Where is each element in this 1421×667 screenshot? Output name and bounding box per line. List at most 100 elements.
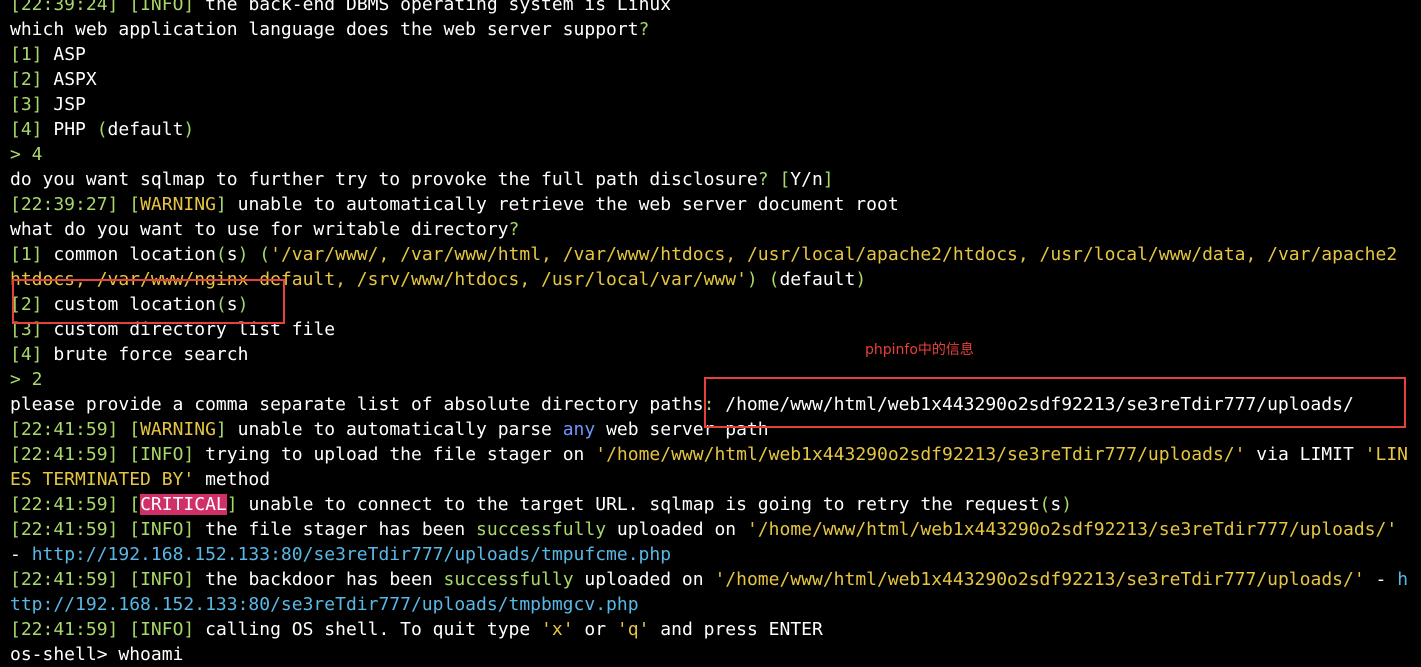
terminal-text: WARNING: [140, 194, 216, 215]
terminal-output[interactable]: [22:39:24] [INFO] the back-end DBMS oper…: [10, 0, 1421, 667]
terminal-text: INFO: [140, 0, 184, 15]
terminal-text: (: [96, 119, 108, 140]
terminal-text: ): [1061, 494, 1073, 515]
terminal-text: INFO: [140, 519, 184, 540]
terminal-text: JSP: [42, 94, 86, 115]
terminal-text: any: [562, 419, 596, 440]
terminal-text: '/home/www/html/web1x443290o2sdf92213/se…: [746, 519, 1398, 540]
terminal-text: ]: [215, 419, 227, 440]
terminal-text: ): [183, 119, 195, 140]
terminal-text: please provide a comma separate list of …: [10, 394, 704, 415]
terminal-text: h: [1397, 569, 1409, 590]
terminal-text: [4]: [10, 119, 43, 140]
terminal-text: [: [129, 519, 141, 540]
highlight-box-custom-location: [12, 279, 285, 324]
terminal-text: [1]: [10, 244, 43, 265]
terminal-text: common location: [42, 244, 216, 265]
terminal-text: WARNING: [140, 419, 216, 440]
terminal-text: successfully: [443, 569, 574, 590]
terminal-text: [3]: [10, 94, 43, 115]
terminal-text: and press ENTER: [649, 619, 823, 640]
terminal-text: [2]: [10, 69, 43, 90]
terminal-text: [22:41:59]: [10, 444, 119, 465]
terminal-line: [1] ASP: [10, 42, 1421, 67]
terminal-line: ES TERMINATED BY' method: [10, 467, 1421, 492]
annotation-note: phpinfo中的信息: [865, 342, 974, 358]
terminal-line: [4] PHP (default): [10, 117, 1421, 142]
terminal-text: [1]: [10, 44, 43, 65]
terminal-text: (: [768, 269, 780, 290]
terminal-text: [: [129, 619, 141, 640]
terminal-text: ?: [757, 169, 769, 190]
terminal-text: 'x': [541, 619, 574, 640]
terminal-text: '/home/www/html/web1x443290o2sdf92213/se…: [714, 569, 1365, 590]
terminal-text: ]: [822, 169, 834, 190]
terminal-text: os-shell> whoami: [10, 644, 184, 665]
terminal-text: do you want sqlmap to further try to pro…: [10, 169, 758, 190]
terminal-text: [22:41:59]: [10, 419, 119, 440]
terminal-text: uploaded on: [573, 569, 715, 590]
terminal-text: INFO: [140, 619, 184, 640]
terminal-text: -: [10, 544, 32, 565]
terminal-text: -: [1364, 569, 1398, 590]
terminal-line: which web application language does the …: [10, 17, 1421, 42]
terminal-text: [: [779, 169, 791, 190]
terminal-text: CRITICAL: [140, 494, 227, 515]
terminal-line: [2] ASPX: [10, 67, 1421, 92]
terminal-text: ): [855, 269, 867, 290]
terminal-text: ]: [183, 619, 195, 640]
terminal-line: [22:41:59] [CRITICAL] unable to connect …: [10, 492, 1421, 517]
terminal-text: [: [129, 494, 141, 515]
terminal-text: s: [1050, 494, 1062, 515]
terminal-text: [22:39:27]: [10, 194, 119, 215]
highlight-box-directory-path: [704, 377, 1406, 428]
terminal-text: [: [129, 569, 141, 590]
terminal-text: (: [1039, 494, 1051, 515]
terminal-text: ]: [183, 569, 195, 590]
terminal-text: INFO: [140, 569, 184, 590]
terminal-text: ASPX: [42, 69, 97, 90]
terminal-text: ASP: [42, 44, 86, 65]
terminal-text: the file stager has been: [194, 519, 477, 540]
terminal-text: ]: [215, 194, 227, 215]
terminal-text: ?: [638, 19, 650, 40]
terminal-text: Y/n: [790, 169, 823, 190]
terminal-text: PHP: [42, 119, 97, 140]
terminal-text: default: [107, 119, 184, 140]
terminal-line: [22:39:24] [INFO] the back-end DBMS oper…: [10, 0, 1421, 17]
terminal-text: (: [215, 244, 227, 265]
terminal-text: calling OS shell. To quit type: [194, 619, 542, 640]
terminal-line: [1] common location(s) ('/var/www/, /var…: [10, 242, 1421, 267]
terminal-text: unable to automatically parse: [226, 419, 563, 440]
terminal-text: unable to automatically retrieve the web…: [226, 194, 899, 215]
terminal-line: [3] JSP: [10, 92, 1421, 117]
terminal-line: [22:41:59] [INFO] the backdoor has been …: [10, 567, 1421, 592]
terminal-text: what do you want to use for writable dir…: [10, 219, 509, 240]
terminal-text: [: [129, 0, 141, 15]
terminal-text: which web application language does the …: [10, 19, 639, 40]
terminal-text: uploaded on: [606, 519, 747, 540]
terminal-line: ttp://192.168.152.133:80/se3reTdir777/up…: [10, 592, 1421, 617]
terminal-text: ]: [183, 519, 195, 540]
terminal-line: [4] brute force search: [10, 342, 1421, 367]
terminal-line: [22:41:59] [INFO] calling OS shell. To q…: [10, 617, 1421, 642]
terminal-text: 'q': [616, 619, 650, 640]
terminal-text: (: [259, 244, 271, 265]
terminal-text: ]: [226, 494, 238, 515]
terminal-text: [: [129, 419, 141, 440]
terminal-text: ES TERMINATED BY': [10, 469, 195, 490]
terminal-text: via LIMIT: [1245, 444, 1365, 465]
terminal-text: default: [779, 269, 856, 290]
terminal-line: what do you want to use for writable dir…: [10, 217, 1421, 242]
terminal-text: s: [226, 244, 238, 265]
terminal-text: unable to connect to the target URL. sql…: [237, 494, 1040, 515]
terminal-text: ?: [508, 219, 520, 240]
terminal-text: the backdoor has been: [194, 569, 444, 590]
terminal-text: trying to upload the file stager on: [194, 444, 596, 465]
